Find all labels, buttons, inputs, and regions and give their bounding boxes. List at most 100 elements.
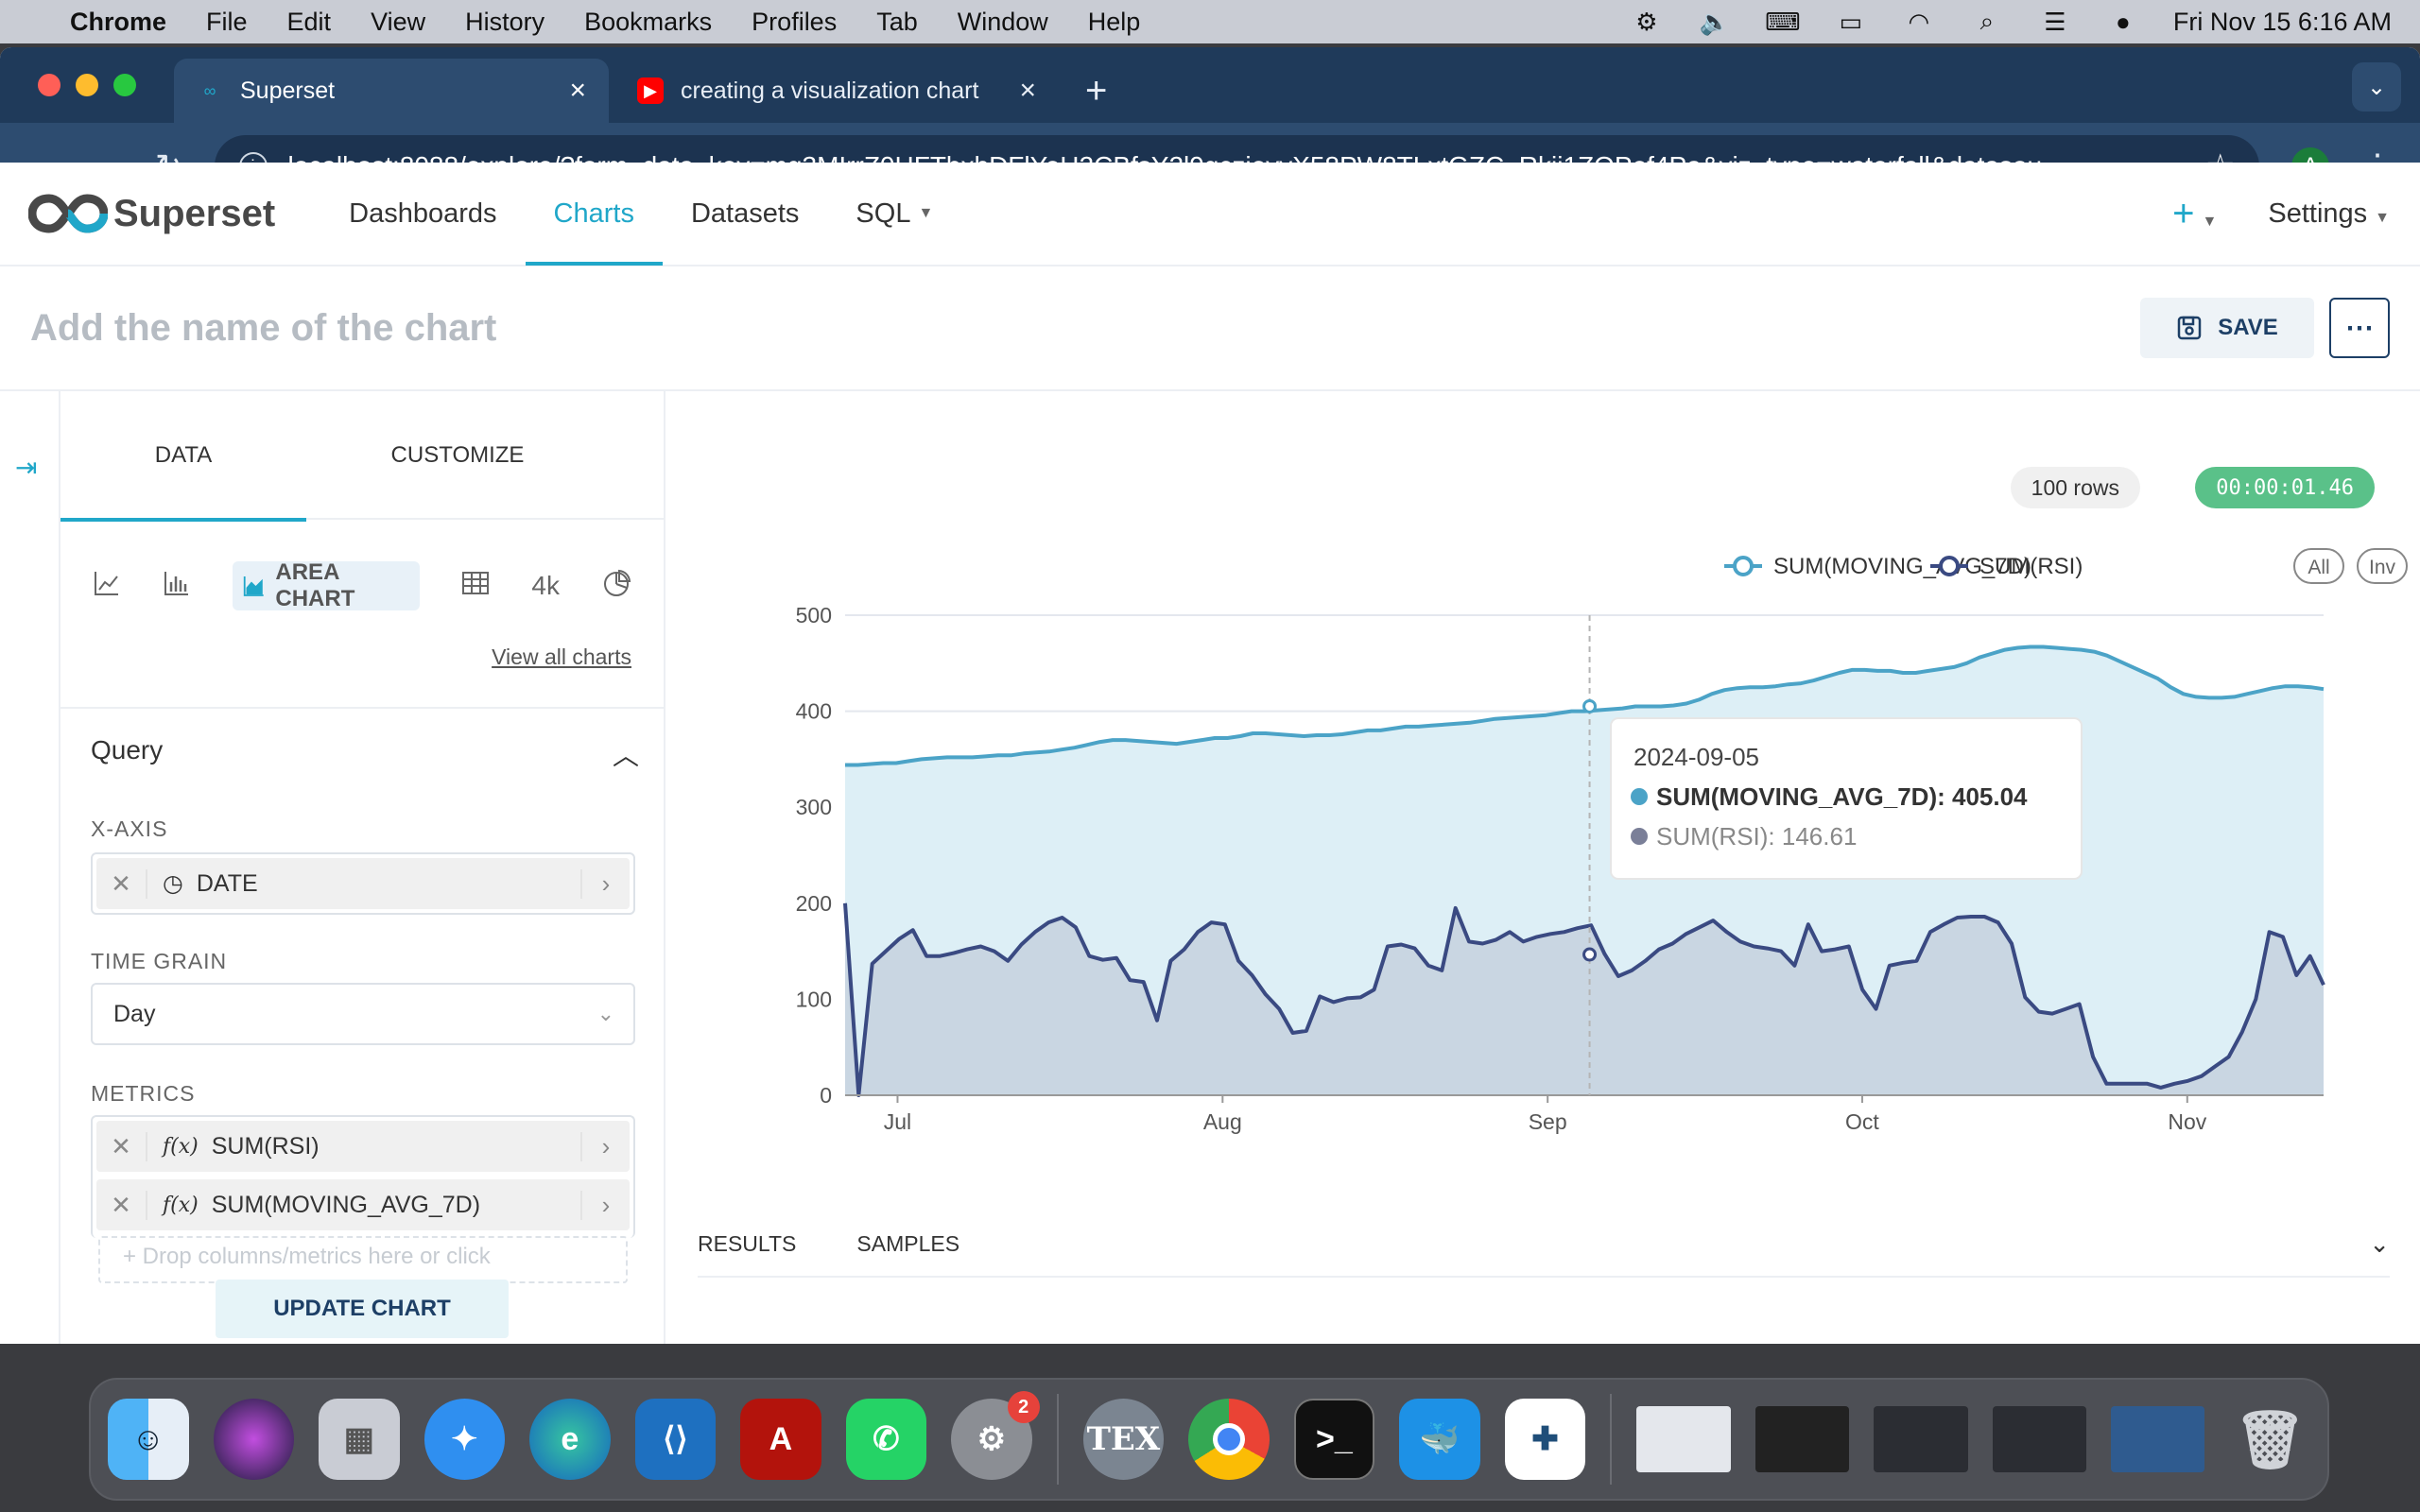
more-actions-button[interactable]: ⋯	[2329, 298, 2390, 358]
minimize-window-button[interactable]	[76, 74, 98, 96]
metric-pill[interactable]: ✕ f(x) SUM(MOVING_AVG_7D) ›	[96, 1179, 630, 1230]
window-thumbnail[interactable]	[1874, 1406, 1968, 1472]
area-chart-viz-button[interactable]: AREA CHART	[233, 559, 421, 611]
close-tab-icon[interactable]: ×	[1019, 75, 1036, 107]
legend-invert-button-label: Inv	[2369, 557, 2396, 578]
nav-dashboards[interactable]: Dashboards	[320, 162, 525, 266]
system-settings-icon[interactable]: ⚙ 2	[951, 1391, 1040, 1480]
menu-app-name[interactable]: Chrome	[70, 8, 166, 37]
close-window-button[interactable]	[38, 74, 60, 96]
status-menu-icon[interactable]: ⚙	[1629, 8, 1665, 36]
tab-results[interactable]: RESULTS	[698, 1231, 796, 1257]
query-title: Query	[91, 735, 164, 765]
wifi-icon[interactable]: ◠	[1901, 8, 1937, 36]
control-center-icon[interactable]: ☰	[2037, 8, 2073, 36]
terminal-icon[interactable]: >_	[1293, 1399, 1375, 1480]
table-chart-icon[interactable]	[461, 570, 490, 603]
new-tab-icon[interactable]: +	[1085, 70, 1107, 112]
save-button[interactable]: SAVE	[2140, 298, 2314, 358]
area-chart[interactable]: 0 100 200 300 400 500 Jul Aug Sep Oct Nov SUM(MOVIN…	[667, 391, 2420, 1166]
tooltip-marker	[1631, 828, 1648, 845]
safari-icon[interactable]: ✦	[424, 1399, 506, 1480]
browser-tab-superset[interactable]: ∞ Superset ×	[174, 59, 609, 123]
line-chart-icon[interactable]	[93, 569, 121, 604]
battery-icon[interactable]: ▭	[1833, 8, 1869, 36]
chevron-right-icon[interactable]: ›	[580, 1131, 630, 1161]
metric-value: SUM(MOVING_AVG_7D)	[211, 1191, 481, 1218]
viz-type-shortcuts: AREA CHART 4k	[60, 520, 664, 652]
tab-customize[interactable]: CUSTOMIZE	[306, 391, 609, 520]
x-axis-field[interactable]: ✕ ◷ DATE ›	[91, 852, 635, 915]
metrics-dropzone[interactable]: + Drop columns/metrics here or click	[98, 1236, 628, 1283]
remove-icon[interactable]: ✕	[96, 868, 147, 899]
chrome-icon[interactable]	[1188, 1399, 1270, 1480]
tab-search-chevron-icon[interactable]: ⌄	[2352, 62, 2401, 112]
volume-icon[interactable]: 🔈	[1697, 8, 1733, 36]
browser-tab-youtube[interactable]: ▶ creating a visualization chart ×	[614, 59, 1059, 123]
chevron-up-icon[interactable]: ︿	[613, 735, 639, 773]
chevron-right-icon[interactable]: ›	[580, 868, 630, 899]
superset-logo[interactable]: Superset	[28, 193, 275, 235]
vscode-icon[interactable]: ⟨⟩	[634, 1399, 717, 1480]
menu-file[interactable]: File	[206, 8, 248, 37]
keyboard-icon[interactable]: ⌨	[1765, 8, 1801, 36]
area-chart-icon	[243, 576, 264, 596]
tab-data[interactable]: DATA	[60, 391, 306, 522]
update-chart-button[interactable]: UPDATE CHART	[216, 1280, 509, 1338]
menu-profiles[interactable]: Profiles	[752, 8, 837, 37]
menu-history[interactable]: History	[465, 8, 544, 37]
query-section-header[interactable]: Query ︿	[91, 735, 639, 773]
finder-icon[interactable]: ☺	[108, 1399, 189, 1480]
tableau-icon[interactable]: ✚	[1504, 1399, 1586, 1480]
zoom-window-button[interactable]	[113, 74, 136, 96]
spotlight-search-icon[interactable]: ⌕	[1969, 7, 2005, 35]
settings-menu[interactable]: Settings ▼	[2268, 198, 2390, 230]
tooltip-line: SUM(MOVING_AVG_7D): 405.04	[1656, 782, 2028, 811]
menu-tab[interactable]: Tab	[876, 8, 918, 37]
remove-icon[interactable]: ✕	[96, 1131, 147, 1161]
chart-name-input[interactable]: Add the name of the chart	[30, 307, 2140, 350]
remove-icon[interactable]: ✕	[96, 1190, 147, 1220]
chevron-right-icon[interactable]: ›	[580, 1190, 630, 1220]
metric-pill[interactable]: ✕ f(x) SUM(RSI) ›	[96, 1121, 630, 1172]
big-number-viz-button[interactable]: 4k	[531, 571, 560, 601]
docker-icon[interactable]: 🐳	[1399, 1399, 1480, 1480]
window-thumbnail[interactable]	[1754, 1406, 1850, 1472]
x-axis-pill[interactable]: ✕ ◷ DATE ›	[96, 858, 630, 909]
chevron-down-icon[interactable]: ⌄	[2369, 1229, 2390, 1259]
acrobat-icon[interactable]: A	[740, 1399, 821, 1480]
window-thumbnail[interactable]	[1636, 1406, 1731, 1472]
legend-swatch-dot	[1939, 556, 1960, 576]
nav-datasets[interactable]: Datasets	[663, 162, 827, 266]
metric-value: SUM(RSI)	[211, 1132, 320, 1160]
metrics-field[interactable]: ✕ f(x) SUM(RSI) › ✕ f(x) SUM(MOVING_AVG_7D…	[91, 1115, 635, 1238]
nav-charts[interactable]: Charts	[525, 162, 664, 266]
time-grain-select[interactable]: Day ⌄	[91, 983, 635, 1045]
tab-samples[interactable]: SAMPLES	[856, 1231, 959, 1257]
launchpad-icon[interactable]: ▦	[319, 1399, 400, 1480]
menu-view[interactable]: View	[371, 8, 425, 37]
menu-bookmarks[interactable]: Bookmarks	[584, 8, 712, 37]
window-thumbnail[interactable]	[1992, 1406, 2086, 1472]
siri-app-icon[interactable]	[213, 1399, 295, 1480]
menubar-datetime[interactable]: Fri Nov 15 6:16 AM	[2173, 8, 2392, 37]
expand-panel-icon[interactable]: ⇥	[15, 452, 37, 483]
edge-icon[interactable]: e	[529, 1399, 611, 1480]
whatsapp-icon[interactable]: ✆	[845, 1399, 927, 1480]
tex-icon[interactable]: TEX	[1082, 1399, 1165, 1480]
chart-container: 100 rows 00:00:01.46 0 100 200 300 400 500 Jul…	[667, 391, 2420, 1344]
close-tab-icon[interactable]: ×	[569, 75, 586, 107]
time-grain-label: TIME GRAIN	[91, 949, 228, 973]
pie-chart-icon[interactable]	[601, 568, 631, 605]
menu-edit[interactable]: Edit	[287, 8, 332, 37]
area-chart-label: AREA CHART	[275, 559, 355, 611]
nav-sql[interactable]: SQL ▼	[827, 162, 961, 266]
new-item-menu[interactable]: + ▼	[2172, 193, 2217, 235]
menu-window[interactable]: Window	[958, 8, 1048, 37]
bar-chart-icon[interactable]	[163, 569, 191, 604]
view-all-charts-link[interactable]: View all charts	[492, 644, 631, 670]
menu-help[interactable]: Help	[1088, 8, 1141, 37]
siri-icon[interactable]: ●	[2105, 8, 2141, 36]
trash-icon[interactable]: 🗑	[2229, 1399, 2310, 1480]
window-thumbnail[interactable]	[2110, 1406, 2205, 1472]
